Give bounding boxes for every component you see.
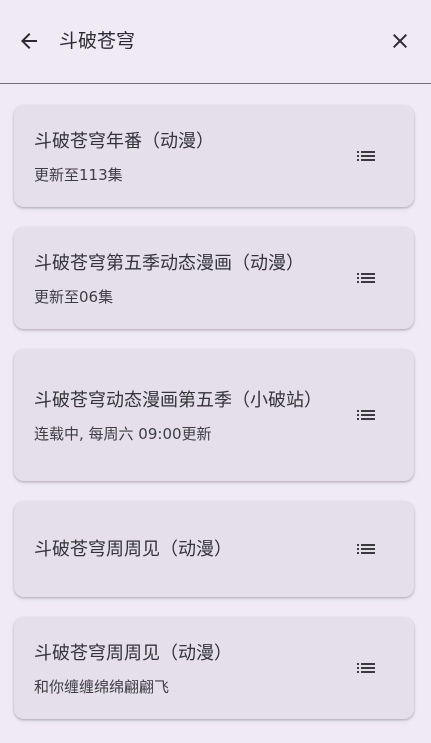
list-icon: [357, 663, 375, 673]
list-icon: [357, 544, 375, 554]
result-title: 斗破苍穹动态漫画第五季（小破站）: [34, 389, 322, 411]
list-icon: [357, 410, 375, 420]
result-card[interactable]: 斗破苍穹第五季动态漫画（动漫） 更新至06集: [14, 227, 414, 329]
result-card[interactable]: 斗破苍穹周周见（动漫） 和你缠缠绵绵翩翩飞: [14, 617, 414, 719]
arrow-left-icon: [21, 33, 37, 49]
top-app-bar: 斗破苍穹: [0, 0, 431, 84]
search-results-list: 斗破苍穹年番（动漫） 更新至113集 斗破苍穹第五季动态漫画（动漫） 更新至06…: [14, 105, 414, 739]
result-card[interactable]: 斗破苍穹动态漫画第五季（小破站） 连载中, 每周六 09:00更新: [14, 349, 414, 481]
result-subtitle: 更新至06集: [34, 287, 114, 306]
list-icon: [357, 273, 375, 283]
result-subtitle: 连载中, 每周六 09:00更新: [34, 424, 212, 443]
result-menu-button[interactable]: [354, 144, 378, 168]
result-title: 斗破苍穹年番（动漫）: [34, 130, 214, 152]
list-icon: [357, 151, 375, 161]
result-menu-button[interactable]: [354, 537, 378, 561]
result-menu-button[interactable]: [354, 656, 378, 680]
result-subtitle: 和你缠缠绵绵翩翩飞: [34, 677, 170, 696]
result-card[interactable]: 斗破苍穹周周见（动漫）: [14, 501, 414, 597]
close-icon: [393, 34, 407, 48]
result-title: 斗破苍穹周周见（动漫）: [34, 538, 232, 560]
result-card[interactable]: 斗破苍穹年番（动漫） 更新至113集: [14, 105, 414, 207]
back-button[interactable]: [14, 26, 44, 56]
result-title: 斗破苍穹第五季动态漫画（动漫）: [34, 252, 304, 274]
result-subtitle: 更新至113集: [34, 165, 123, 184]
search-query-text[interactable]: 斗破苍穹: [59, 28, 135, 54]
result-menu-button[interactable]: [354, 266, 378, 290]
close-button[interactable]: [385, 26, 415, 56]
result-title: 斗破苍穹周周见（动漫）: [34, 642, 232, 664]
result-menu-button[interactable]: [354, 403, 378, 427]
